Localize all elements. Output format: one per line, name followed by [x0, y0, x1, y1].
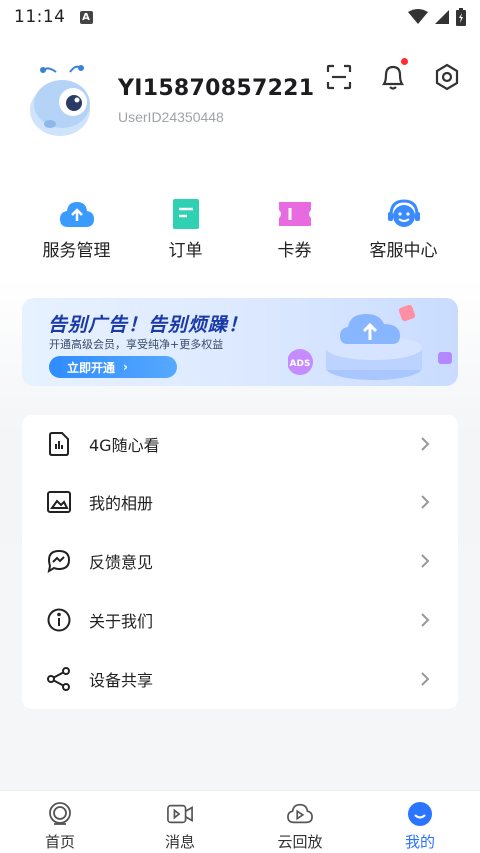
chevron-right-icon: [418, 495, 432, 509]
sim-card-icon: [46, 431, 72, 457]
chevron-right-icon: [418, 554, 432, 568]
menu-label: 关于我们: [89, 612, 154, 631]
nav-profile[interactable]: 我的: [360, 791, 480, 853]
menu-label: 4G随心看: [89, 436, 160, 455]
settings-icon[interactable]: [432, 62, 462, 92]
ads-badge: ADS: [290, 359, 311, 369]
status-time: 11:14: [14, 7, 66, 27]
status-icons: [408, 8, 466, 26]
quick-coupons[interactable]: 卡券: [240, 196, 349, 261]
bottom-navigation: 首页 消息 云回放 我的: [0, 790, 480, 853]
quick-orders[interactable]: 订单: [131, 196, 240, 261]
profile-face-icon: [407, 801, 433, 827]
notification-a-icon: A: [79, 10, 93, 24]
activate-button-label: 立即开通: [67, 360, 116, 375]
menu-item-4g[interactable]: 4G随心看: [22, 415, 458, 473]
nav-label: 消息: [164, 833, 195, 851]
menu-item-about[interactable]: 关于我们: [22, 591, 458, 649]
notification-dot: [401, 58, 408, 65]
nav-label: 我的: [404, 833, 435, 851]
message-video-icon: [167, 801, 193, 827]
menu-label: 反馈意见: [89, 553, 154, 572]
menu-label: 设备共享: [89, 671, 154, 690]
cloud-upload-icon: [59, 196, 95, 232]
quick-customer-service[interactable]: 客服中心: [349, 196, 458, 261]
album-icon: [46, 489, 72, 515]
premium-banner[interactable]: 告别广告！告别烦躁！ 开通高级会员，享受纯净+更多权益 立即开通 › ADS: [22, 298, 458, 386]
user-id: UserID24350448: [118, 109, 224, 125]
header-actions: [324, 58, 462, 92]
quick-label: 订单: [168, 241, 203, 261]
banner-subtitle: 开通高级会员，享受纯净+更多权益: [49, 338, 224, 351]
nav-cloud-playback[interactable]: 云回放: [240, 791, 360, 853]
quick-label: 卡券: [277, 241, 312, 261]
chevron-right-icon: [418, 613, 432, 627]
wifi-icon: [408, 9, 428, 24]
signal-icon: [435, 10, 449, 24]
username: YI15870857221: [118, 76, 315, 101]
nav-label: 云回放: [277, 833, 323, 851]
avatar[interactable]: [26, 62, 104, 140]
menu-item-album[interactable]: 我的相册: [22, 473, 458, 531]
banner-title: 告别广告！告别烦躁！: [48, 314, 249, 336]
menu-item-share[interactable]: 设备共享: [22, 650, 458, 708]
scan-icon[interactable]: [324, 62, 354, 92]
feedback-icon: [46, 548, 72, 574]
quick-service-management[interactable]: 服务管理: [22, 196, 131, 261]
chevron-right-icon: [418, 437, 432, 451]
battery-icon: [456, 8, 466, 26]
bell-icon[interactable]: [378, 58, 408, 92]
chevron-right-icon: ›: [123, 360, 128, 374]
cloud-illustration: ADS: [288, 304, 452, 380]
nav-label: 首页: [44, 833, 75, 851]
activate-button[interactable]: 立即开通 ›: [49, 356, 177, 378]
nav-home[interactable]: 首页: [0, 791, 120, 853]
menu-label: 我的相册: [89, 494, 154, 513]
cloud-play-icon: [287, 801, 313, 827]
chevron-right-icon: [418, 672, 432, 686]
settings-menu: 4G随心看 我的相册 反馈意见 关于我们 设备共享: [22, 415, 458, 709]
info-icon: [46, 607, 72, 633]
order-icon: [168, 196, 204, 232]
headset-icon: [386, 196, 422, 232]
quick-label: 客服中心: [369, 241, 438, 261]
quick-actions: 服务管理 订单 卡券 客服中心: [0, 196, 480, 261]
nav-messages[interactable]: 消息: [120, 791, 240, 853]
quick-label: 服务管理: [42, 241, 111, 261]
status-bar: 11:14 A: [0, 0, 480, 34]
share-icon: [46, 666, 72, 692]
coupon-icon: [277, 196, 313, 232]
home-camera-icon: [47, 801, 73, 827]
menu-item-feedback[interactable]: 反馈意见: [22, 532, 458, 590]
